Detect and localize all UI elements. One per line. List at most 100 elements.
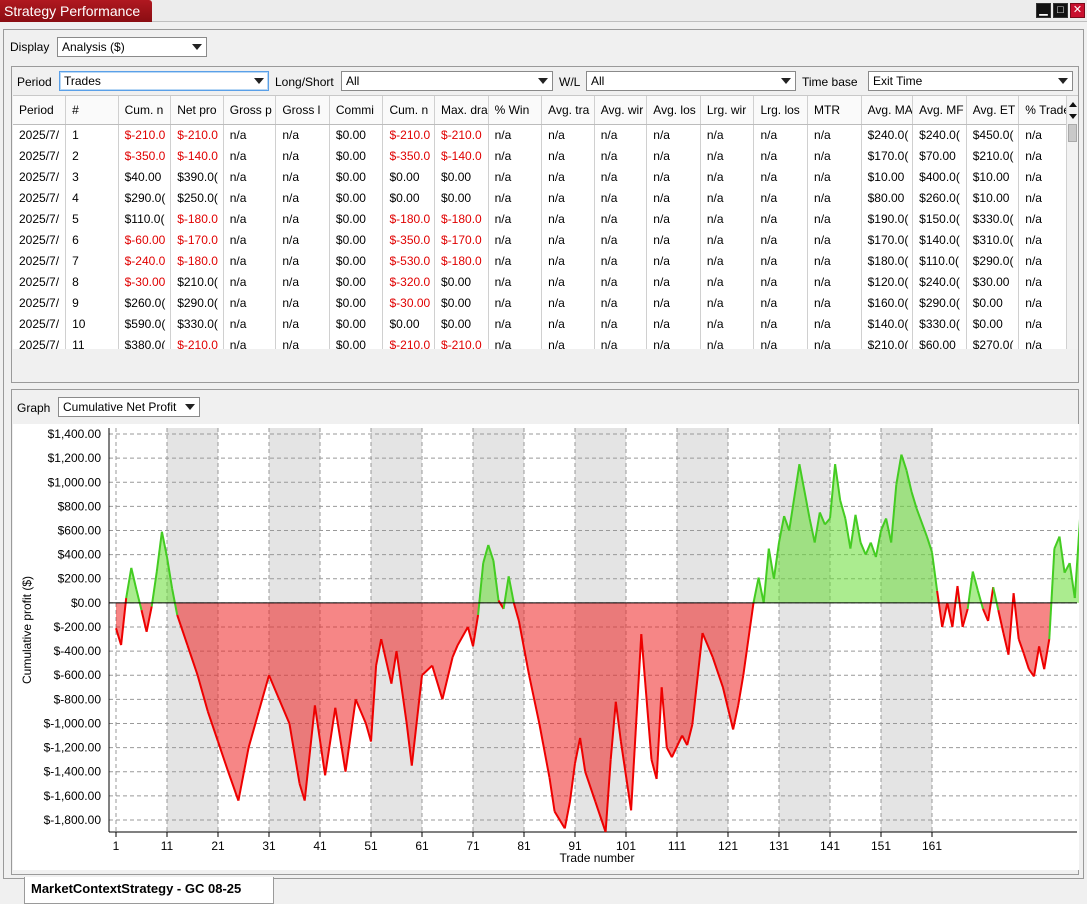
table-cell: $0.00 — [434, 166, 489, 187]
chevron-down-icon — [192, 44, 202, 50]
table-row[interactable]: 2025/7/5 $110.0($-180.0 n/a n/a $0.00 $-180.0… — [13, 208, 1078, 229]
table-cell: $10.00 — [966, 187, 1020, 208]
wl-label: W/L — [559, 75, 581, 89]
table-cell: $450.0( — [966, 124, 1020, 145]
table-cell: n/a — [541, 124, 595, 145]
column-header[interactable]: Avg. ET — [966, 96, 1020, 125]
display-select[interactable]: Analysis ($) — [57, 37, 207, 57]
column-header[interactable]: Avg. tra — [541, 96, 595, 125]
table-row[interactable]: 2025/7/4 $290.0($250.0(n/a n/a $0.00 $0.00 $0… — [13, 187, 1078, 208]
x-tick-label: 21 — [211, 839, 225, 853]
strategy-tab[interactable]: MarketContextStrategy - GC 08-25 — [24, 877, 274, 904]
x-tick-label: 51 — [364, 839, 378, 853]
table-cell: $30.00 — [966, 271, 1020, 292]
table-row[interactable]: 2025/7/10 $590.0($330.0(n/a n/a $0.00 $0.00 $… — [13, 313, 1078, 334]
table-cell: n/a — [646, 271, 701, 292]
x-tick-label: 31 — [262, 839, 276, 853]
y-tick-label: $-400.00 — [54, 644, 102, 658]
table-row[interactable]: 2025/7/3 $40.00 $390.0(n/a n/a $0.00 $0.00 $0.… — [13, 166, 1078, 187]
table-row[interactable]: 2025/7/1 $-210.0 $-210.0 n/a n/a $0.00 $-210.0… — [13, 124, 1078, 145]
table-cell: $0.00 — [329, 334, 384, 349]
table-cell: n/a — [223, 313, 277, 334]
table-cell: $390.0( — [170, 166, 224, 187]
column-header[interactable]: Lrg. los — [753, 96, 809, 125]
scroll-thumb[interactable] — [1068, 124, 1077, 142]
table-cell: 8 — [65, 271, 119, 292]
table-cell: n/a — [700, 334, 755, 349]
table-cell: n/a — [488, 208, 543, 229]
table-row[interactable]: 2025/7/7 $-240.0 $-180.0 n/a n/a $0.00 $-530.0… — [13, 250, 1078, 271]
table-cell: $-530.0 — [382, 250, 436, 271]
table-cell: n/a — [223, 271, 277, 292]
wl-select[interactable]: All — [586, 71, 796, 91]
table-row[interactable]: 2025/7/2 $-350.0 $-140.0 n/a n/a $0.00 $-350.0… — [13, 145, 1078, 166]
column-header[interactable]: % Win — [488, 96, 543, 125]
table-cell: $-170.0 — [170, 229, 224, 250]
table-row[interactable]: 2025/7/6 $-60.00 $-170.0 n/a n/a $0.00 $-350.0… — [13, 229, 1078, 250]
table-cell: n/a — [807, 334, 862, 349]
close-icon[interactable]: ✕ — [1070, 3, 1085, 18]
table-cell: 2025/7/ — [13, 250, 67, 271]
timebase-select[interactable]: Exit Time — [868, 71, 1073, 91]
column-header[interactable]: Avg. MA — [861, 96, 914, 125]
table-cell: $10.00 — [966, 166, 1020, 187]
y-tick-label: $-1,800.00 — [44, 813, 102, 827]
table-cell: $260.0( — [118, 292, 172, 313]
longshort-select[interactable]: All — [341, 71, 553, 91]
table-row[interactable]: 2025/7/9 $260.0($290.0(n/a n/a $0.00 $-30.00… — [13, 292, 1078, 313]
table-cell: n/a — [646, 292, 701, 313]
minimize-icon[interactable]: ▁ — [1036, 3, 1051, 18]
table-row[interactable]: 2025/7/8 $-30.00 $210.0(n/a n/a $0.00 $-320.0… — [13, 271, 1078, 292]
table-row[interactable]: 2025/7/11 $380.0($-210.0 n/a n/a $0.00 $-210.… — [13, 334, 1078, 349]
table-cell: n/a — [594, 208, 648, 229]
chart-area: $1,400.00 $1,200.00 $1,000.00 $800.00 $600.0… — [13, 424, 1086, 870]
table-cell: 4 — [65, 187, 119, 208]
column-header[interactable]: Commi — [329, 96, 384, 125]
table-cell: n/a — [488, 271, 543, 292]
column-header[interactable]: Gross p — [223, 96, 277, 125]
x-tick-label: 121 — [718, 839, 738, 853]
table-cell: $-30.00 — [118, 271, 172, 292]
scroll-down-icon[interactable] — [1069, 114, 1077, 119]
column-header[interactable]: Lrg. wir — [700, 96, 755, 125]
table-cell: 9 — [65, 292, 119, 313]
scroll-up-icon[interactable] — [1069, 102, 1077, 107]
table-cell: n/a — [223, 334, 277, 349]
graph-panel: Graph Cumulative Net Profit $1,400.00 $1,… — [11, 389, 1086, 875]
graph-select[interactable]: Cumulative Net Profit — [58, 397, 200, 417]
table-cell: n/a — [807, 145, 862, 166]
table-cell: $-210.0 — [382, 334, 436, 349]
table-cell: $0.00 — [329, 187, 384, 208]
column-header[interactable]: Cum. n — [118, 96, 172, 125]
period-select[interactable]: Trades — [59, 71, 269, 91]
column-header[interactable]: Max. dra — [434, 96, 489, 125]
column-header[interactable]: Avg. MF — [912, 96, 967, 125]
y-tick-label: $-600.00 — [54, 668, 102, 682]
y-tick-label: $800.00 — [58, 499, 102, 513]
column-header[interactable]: Cum. n — [382, 96, 436, 125]
table-cell: 2025/7/ — [13, 124, 67, 145]
table-cell: $0.00 — [329, 271, 384, 292]
table-cell: n/a — [488, 145, 543, 166]
column-header[interactable]: # — [65, 96, 119, 125]
column-header[interactable]: Gross l — [275, 96, 330, 125]
longshort-select-value: All — [346, 74, 360, 88]
table-cell: $240.0( — [912, 271, 967, 292]
table-cell: n/a — [275, 208, 330, 229]
table-cell: n/a — [488, 250, 543, 271]
table-cell: n/a — [541, 229, 595, 250]
column-header[interactable]: Period — [13, 96, 67, 125]
table-cell: n/a — [541, 250, 595, 271]
table-cell: n/a — [753, 229, 809, 250]
table-cell: n/a — [223, 208, 277, 229]
grid-scrollbar[interactable] — [1066, 96, 1078, 349]
column-header[interactable]: Avg. wir — [594, 96, 648, 125]
column-header[interactable]: Avg. los — [646, 96, 701, 125]
chevron-down-icon — [1058, 78, 1068, 84]
column-header[interactable]: Net pro — [170, 96, 224, 125]
table-cell: n/a — [594, 334, 648, 349]
maximize-icon[interactable]: □ — [1053, 3, 1068, 18]
table-cell: n/a — [488, 187, 543, 208]
column-header[interactable]: MTR — [807, 96, 862, 125]
table-cell: n/a — [753, 313, 809, 334]
